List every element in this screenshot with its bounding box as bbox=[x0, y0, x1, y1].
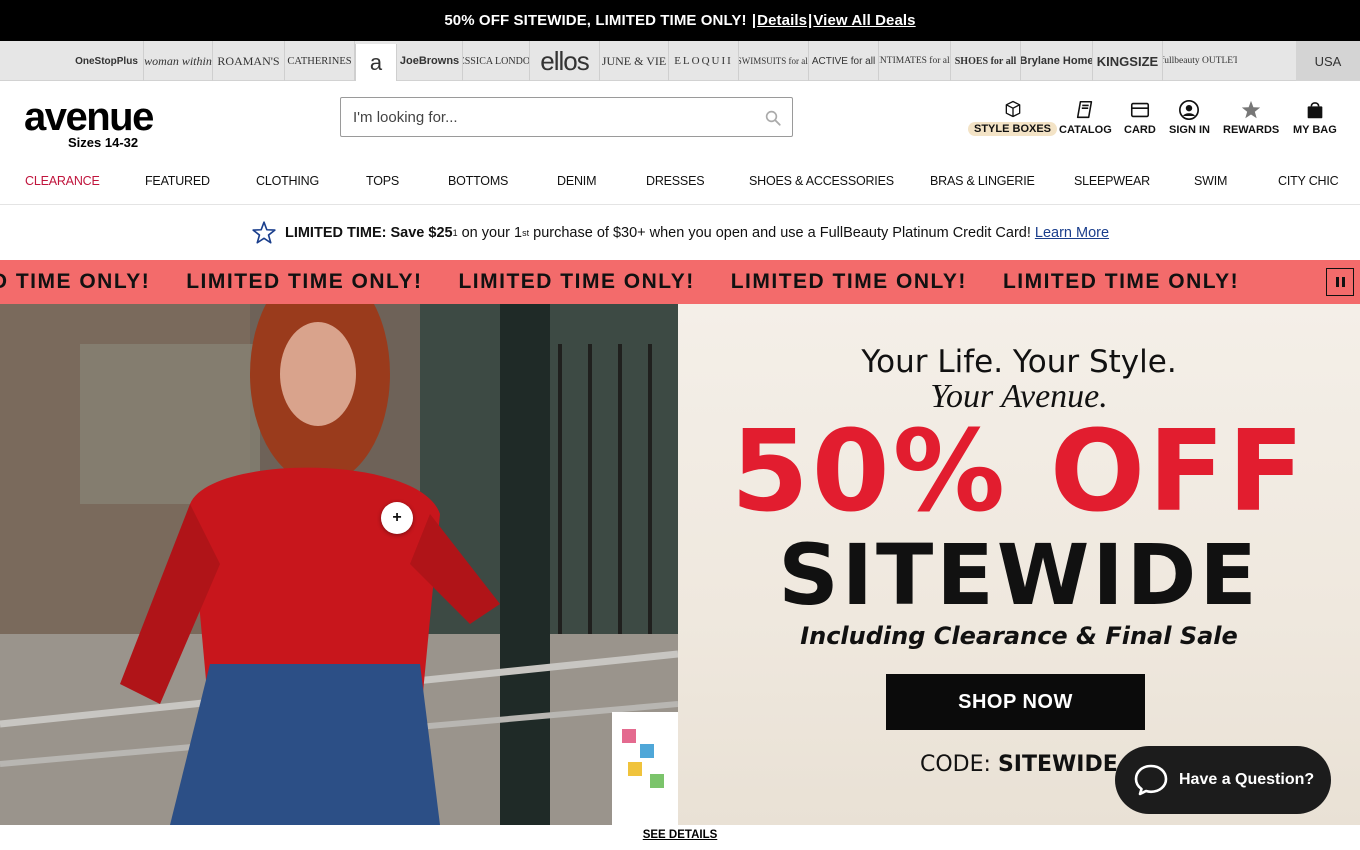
search-icon[interactable] bbox=[764, 109, 782, 127]
promo-code-value: SITEWIDE bbox=[997, 752, 1118, 777]
ticker-item: LIMITED TIME ONLY! bbox=[1002, 270, 1240, 293]
nav-sleepwear[interactable]: SLEEPWEAR bbox=[1074, 174, 1150, 188]
nav-dresses[interactable]: DRESSES bbox=[646, 174, 705, 188]
pause-icon bbox=[1335, 277, 1339, 287]
promo-text: 50% OFF SITEWIDE, LIMITED TIME ONLY! bbox=[444, 12, 747, 29]
brand-list: OneStopPlus woman within ROAMAN'S CATHER… bbox=[70, 41, 1237, 81]
nav-city-chic[interactable]: CITY CHIC bbox=[1278, 174, 1339, 188]
brand-onestopplus[interactable]: OneStopPlus bbox=[70, 41, 144, 81]
brand-brylane-home[interactable]: Brylane Home bbox=[1021, 41, 1093, 81]
star-outline-icon bbox=[252, 220, 276, 244]
style-boxes-link[interactable]: STYLE BOXES bbox=[968, 99, 1058, 136]
top-promo-bar: 50% OFF SITEWIDE, LIMITED TIME ONLY! | D… bbox=[0, 0, 1360, 41]
nav-clothing[interactable]: CLOTHING bbox=[256, 174, 319, 188]
my-bag-label: MY BAG bbox=[1293, 124, 1337, 136]
brand-active-for-all[interactable]: ACTIVE for all bbox=[809, 41, 879, 81]
hero-headline: 50% OFF bbox=[730, 407, 1308, 537]
credit-card-banner: LIMITED TIME: Save $25 1 on your 1st purc… bbox=[0, 205, 1360, 260]
catalog-icon bbox=[1077, 100, 1093, 119]
nav-bottoms[interactable]: BOTTOMS bbox=[448, 174, 508, 188]
rewards-link[interactable]: REWARDS bbox=[1223, 99, 1279, 136]
brand-shoes-for-all[interactable]: SHOES for all bbox=[951, 41, 1021, 81]
chat-bubble-icon bbox=[1134, 764, 1168, 796]
catalog-label: CATALOG bbox=[1059, 124, 1112, 136]
brand-eloquii[interactable]: ELOQUII bbox=[669, 41, 739, 81]
brand-ellos[interactable]: ellos bbox=[530, 41, 600, 81]
ticker-item: LIMITED TIME ONLY! bbox=[0, 270, 151, 293]
sign-in-link[interactable]: SIGN IN bbox=[1169, 99, 1210, 136]
shopping-bag-icon bbox=[1307, 102, 1323, 119]
separator: | bbox=[808, 12, 813, 29]
separator: | bbox=[747, 12, 757, 29]
account-icon bbox=[1179, 100, 1200, 120]
brand-roamans[interactable]: ROAMAN'S bbox=[213, 41, 285, 81]
product-hotspot[interactable]: + bbox=[381, 502, 413, 534]
details-link[interactable]: Details bbox=[757, 12, 807, 29]
nav-swim[interactable]: SWIM bbox=[1194, 174, 1227, 188]
nav-featured[interactable]: FEATURED bbox=[145, 174, 210, 188]
star-icon bbox=[1241, 100, 1261, 119]
region-selector[interactable]: USA bbox=[1296, 41, 1360, 81]
brand-strip: OneStopPlus woman within ROAMAN'S CATHER… bbox=[0, 41, 1360, 81]
promo-code-label: CODE: bbox=[920, 752, 998, 777]
nav-clearance[interactable]: CLEARANCE bbox=[25, 174, 100, 188]
card-link[interactable]: CARD bbox=[1124, 99, 1156, 136]
hero-including: Including Clearance & Final Sale bbox=[800, 622, 1238, 650]
brand-joebrowns[interactable]: JoeBrowns bbox=[397, 41, 463, 81]
ticker-item: LIMITED TIME ONLY! bbox=[730, 270, 967, 293]
promo-code: CODE: SITEWIDE bbox=[920, 752, 1118, 777]
ticker-item: LIMITED TIME ONLY! bbox=[458, 270, 695, 293]
brand-avenue[interactable]: a bbox=[355, 44, 397, 81]
main-nav: CLEARANCE FEATURED CLOTHING TOPS BOTTOMS… bbox=[0, 172, 1360, 192]
catalog-link[interactable]: CATALOG bbox=[1059, 99, 1112, 136]
brand-swimsuits-for-all[interactable]: SWIMSUITS for all bbox=[739, 41, 809, 81]
search-box bbox=[340, 97, 793, 137]
logo-wordmark: avenue bbox=[24, 95, 154, 139]
sign-in-label: SIGN IN bbox=[1169, 124, 1210, 136]
brand-kingsize[interactable]: KINGSIZE bbox=[1093, 41, 1163, 81]
ticker-track: LIMITED TIME ONLY! LIMITED TIME ONLY! LI… bbox=[0, 270, 1275, 294]
see-details-bar: SEE DETAILS bbox=[0, 826, 1360, 850]
brand-jessica-london[interactable]: JESSICA LONDON bbox=[463, 41, 530, 81]
pause-button[interactable] bbox=[1326, 268, 1354, 296]
hero-subheadline: SITEWIDE bbox=[778, 526, 1260, 624]
view-all-deals-link[interactable]: View All Deals bbox=[813, 12, 915, 29]
logo-subtitle: Sizes 14-32 bbox=[68, 135, 139, 150]
nav-tops[interactable]: TOPS bbox=[366, 174, 399, 188]
brand-catherines[interactable]: CATHERINES bbox=[285, 41, 355, 81]
see-details-link[interactable]: SEE DETAILS bbox=[643, 829, 718, 841]
hero-model-photo: + bbox=[0, 304, 678, 825]
brand-june-vie[interactable]: JUNE & VIE bbox=[600, 41, 669, 81]
style-boxes-label: STYLE BOXES bbox=[968, 122, 1058, 136]
chat-label: Have a Question? bbox=[1179, 771, 1315, 788]
learn-more-link[interactable]: Learn More bbox=[1035, 225, 1109, 241]
credit-text-1: on your 1 bbox=[457, 224, 523, 241]
box-icon bbox=[1005, 100, 1020, 118]
site-logo[interactable]: avenue Sizes 14-32 bbox=[24, 97, 184, 150]
nav-bras-lingerie[interactable]: BRAS & LINGERIE bbox=[930, 174, 1035, 188]
credit-offer-bold: LIMITED TIME: Save $25 bbox=[284, 224, 453, 241]
brand-fullbeauty-outlet[interactable]: fullbeauty OUTLET bbox=[1163, 41, 1237, 81]
card-label: CARD bbox=[1124, 124, 1156, 136]
hero-tagline: Your Life. Your Style. bbox=[861, 344, 1177, 380]
credit-card-icon bbox=[1130, 102, 1149, 118]
search-input[interactable] bbox=[353, 108, 753, 126]
promo-ticker: LIMITED TIME ONLY! LIMITED TIME ONLY! LI… bbox=[0, 260, 1360, 304]
brand-woman-within[interactable]: woman within bbox=[144, 41, 213, 81]
brand-intimates-for-all[interactable]: INTIMATES for all bbox=[879, 41, 951, 81]
pause-icon bbox=[1341, 277, 1345, 287]
chat-button[interactable]: Have a Question? bbox=[1115, 746, 1331, 814]
ordinal-suffix: st bbox=[522, 227, 530, 238]
rewards-label: REWARDS bbox=[1223, 124, 1280, 136]
credit-text-2: purchase of $30+ when you open and use a… bbox=[529, 224, 1031, 241]
shop-now-button[interactable]: SHOP NOW bbox=[886, 674, 1145, 730]
ticker-item: LIMITED TIME ONLY! bbox=[186, 270, 423, 293]
hero-photo-illustration bbox=[0, 304, 678, 825]
my-bag-link[interactable]: MY BAG bbox=[1293, 99, 1337, 136]
nav-denim[interactable]: DENIM bbox=[557, 174, 596, 188]
nav-shoes-accessories[interactable]: SHOES & ACCESSORIES bbox=[749, 174, 894, 188]
